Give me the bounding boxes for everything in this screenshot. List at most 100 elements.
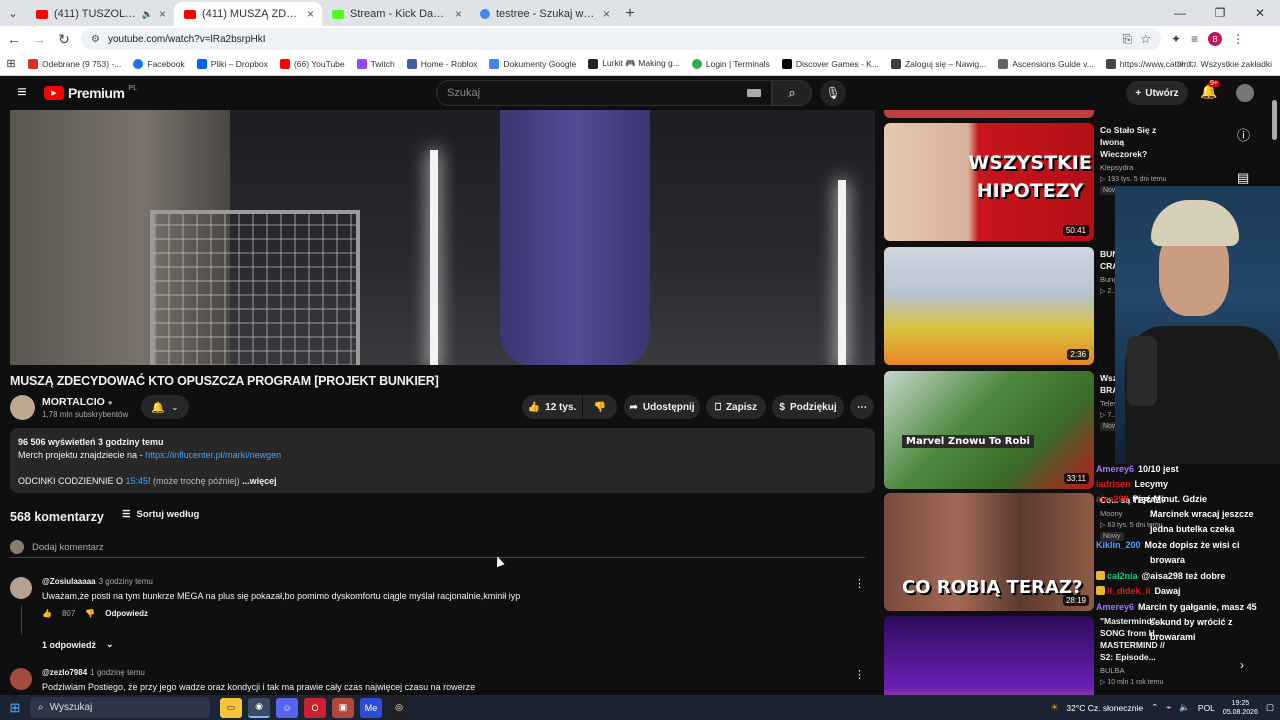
share-button[interactable]: ➦ Udostępnij: [624, 395, 700, 419]
reload-icon[interactable]: ↻: [53, 28, 75, 50]
bookmark-lurkit[interactable]: Lurkit 🎮 Making g...: [588, 58, 680, 69]
language-indicator[interactable]: POL: [1198, 703, 1215, 713]
thumbnail-partial[interactable]: [884, 110, 1094, 118]
obs-icon[interactable]: ◎: [388, 697, 410, 718]
speaker-icon[interactable]: 🔈: [142, 9, 153, 20]
more-bookmarks-icon[interactable]: »: [1178, 58, 1184, 69]
create-button[interactable]: + Utwórz: [1126, 81, 1188, 105]
youtube-premium-logo[interactable]: ▶ Premium PL: [44, 85, 137, 101]
notifications-button[interactable]: 🔔 9+: [1200, 80, 1220, 100]
like-button[interactable]: 👍 12 tys.: [522, 395, 582, 419]
video-thumbnail[interactable]: WSZYSTKIE HIPOTEZY 50:41: [884, 123, 1094, 241]
comment-menu-icon[interactable]: ⋮: [854, 577, 865, 590]
comment-author[interactable]: @zezlo7984 1 godzinę temu: [42, 668, 145, 677]
bookmark-gmail[interactable]: Odebrane (9 753) -...: [28, 58, 121, 69]
avatar[interactable]: [10, 668, 32, 690]
minimize-icon[interactable]: —: [1160, 0, 1200, 26]
close-tab-icon[interactable]: ×: [307, 7, 314, 21]
taskbar-search-input[interactable]: ⌕ Wyszukaj: [30, 697, 210, 718]
video-player[interactable]: [10, 110, 875, 365]
bookmark-star-icon[interactable]: ☆: [1140, 32, 1151, 46]
apps-grid-icon[interactable]: ⊞: [0, 57, 22, 70]
url-text[interactable]: youtube.com/watch?v=lRa2bsrpHkI: [108, 34, 1115, 45]
site-info-icon[interactable]: ⚙: [91, 34, 100, 45]
video-thumbnail[interactable]: 2:36: [884, 247, 1094, 365]
taskbar-clock[interactable]: 19:25 05.08.2026: [1223, 699, 1258, 717]
chevron-right-icon[interactable]: ›: [1240, 658, 1244, 672]
photos-icon[interactable]: ▣: [332, 697, 354, 718]
info-icon[interactable]: ⓘ: [1237, 125, 1250, 144]
merch-link[interactable]: https://influcenter.pl/marki/newgen: [145, 450, 281, 460]
bookmark-google-docs[interactable]: Dokumenty Google: [489, 58, 576, 69]
avatar[interactable]: [10, 577, 32, 599]
back-icon[interactable]: ←: [3, 28, 25, 50]
search-button[interactable]: ⌕: [772, 80, 812, 106]
video-description[interactable]: 96 506 wyświetleń 3 godziny temu Merch p…: [10, 428, 875, 493]
forward-icon[interactable]: →: [28, 28, 50, 50]
install-app-icon[interactable]: ⎘: [1123, 32, 1133, 47]
messenger-icon[interactable]: Me: [360, 697, 382, 718]
show-replies-button[interactable]: 1 odpowiedź ⌄: [42, 639, 114, 650]
all-bookmarks-folder[interactable]: ▭ Wszystkie zakładki: [1189, 58, 1272, 69]
thumbs-down-icon[interactable]: 👎: [85, 609, 95, 618]
dislike-button[interactable]: 👎: [583, 395, 617, 419]
opera-icon[interactable]: O: [304, 697, 326, 718]
extensions-icon[interactable]: ✦: [1171, 32, 1181, 46]
channel-name[interactable]: MORTALCIO ●: [42, 396, 113, 408]
bookmark-roblox[interactable]: Home - Roblox: [406, 58, 477, 69]
bookmark-catbird[interactable]: https://www.catbird...: [1105, 58, 1198, 69]
windows-start-icon[interactable]: ⊞: [0, 700, 30, 716]
voice-search-button[interactable]: 🎙: [820, 80, 846, 106]
weather-text[interactable]: 32°C Cz. słonecznie: [1066, 703, 1143, 713]
url-omnibox[interactable]: ⚙ youtube.com/watch?v=lRa2bsrpHkI ⎘ ☆: [81, 28, 1161, 50]
bookmark-kick[interactable]: Discover Games - K...: [781, 58, 879, 69]
browser-tab-4[interactable]: testree - Szukaj w Google ×: [470, 2, 618, 26]
media-controls-icon[interactable]: ≡: [1191, 32, 1198, 46]
chat-icon[interactable]: ▤: [1237, 170, 1250, 186]
bookmark-nawig[interactable]: Zaloguj się – Nawig...: [890, 58, 986, 69]
thanks-button[interactable]: $ Podziękuj: [772, 395, 844, 419]
new-tab-button[interactable]: +: [618, 2, 642, 26]
channel-avatar[interactable]: [10, 395, 35, 420]
profile-avatar[interactable]: B: [1208, 32, 1223, 46]
browser-tab-3[interactable]: Stream - Kick Dashboard ×: [322, 2, 470, 26]
notifications-icon[interactable]: ▢: [1266, 702, 1274, 713]
thumbs-up-icon[interactable]: 👍: [42, 609, 52, 618]
chrome-menu-icon[interactable]: ⋮: [1232, 32, 1244, 46]
video-thumbnail[interactable]: CO ROBIĄ TERAZ? 28:19: [884, 493, 1094, 611]
sort-comments-button[interactable]: ☰ Sortuj według: [122, 509, 199, 520]
video-thumbnail[interactable]: [884, 616, 1094, 695]
add-comment-row[interactable]: Dodaj komentarz: [10, 540, 865, 558]
menu-hamburger-icon[interactable]: ≡: [0, 84, 44, 102]
keyboard-icon[interactable]: [747, 89, 761, 97]
comment-author[interactable]: @Zosiulaaaaa 3 godziny temu: [42, 577, 153, 586]
bookmark-twitch[interactable]: Twitch: [356, 58, 395, 69]
save-button[interactable]: ⎕ Zapisz: [706, 395, 766, 419]
bookmark-youtube[interactable]: (66) YouTube: [279, 58, 345, 69]
reply-button[interactable]: Odpowiedz: [105, 609, 148, 618]
close-window-icon[interactable]: ✕: [1240, 0, 1280, 26]
browser-tab-1[interactable]: (411) TUSZOL & WRONEK 🔈 ×: [26, 2, 174, 26]
browser-tab-2[interactable]: (411) MUSZĄ ZDECYDOWAĆ KTO ×: [174, 2, 322, 26]
rec-info[interactable]: Co Stało Się z Iwoną Wieczorek? Klepsydr…: [1100, 124, 1170, 195]
close-tab-icon[interactable]: ×: [603, 7, 610, 21]
comment-menu-icon[interactable]: ⋮: [854, 668, 865, 681]
close-tab-icon[interactable]: ×: [159, 7, 166, 21]
bookmark-terminals[interactable]: Login | Terminals: [691, 58, 770, 69]
more-actions-button[interactable]: ⋯: [850, 395, 874, 419]
weather-icon[interactable]: ☀: [1051, 702, 1059, 713]
bookmark-ascensions[interactable]: Ascensions Guide v...: [998, 58, 1094, 69]
volume-icon[interactable]: 🔈: [1179, 702, 1190, 713]
restore-icon[interactable]: ❐: [1200, 0, 1240, 26]
bookmark-dropbox[interactable]: Pliki – Dropbox: [196, 58, 268, 69]
close-tab-icon[interactable]: ×: [455, 7, 462, 21]
show-more-link[interactable]: ...więcej: [242, 476, 277, 486]
search-input[interactable]: Szukaj: [436, 80, 772, 106]
scrollbar-thumb[interactable]: [1272, 100, 1277, 140]
subscription-bell-button[interactable]: 🔔 ⌄: [141, 395, 189, 419]
account-avatar[interactable]: [1236, 84, 1254, 102]
video-thumbnail[interactable]: Marvel Znowu To Robi 33:11: [884, 371, 1094, 489]
tab-search-icon[interactable]: ⌄: [0, 0, 26, 26]
chrome-icon[interactable]: ◉: [248, 697, 270, 718]
tray-overflow-icon[interactable]: ⌃: [1151, 702, 1158, 713]
